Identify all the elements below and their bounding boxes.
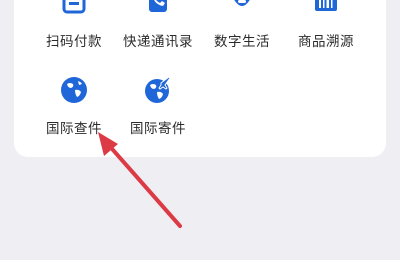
service-label: 商品溯源: [298, 34, 354, 50]
service-barcode-trace[interactable]: 商品溯源: [276, 0, 376, 55]
express-contacts-icon: [149, 0, 167, 12]
service-label: 国际寄件: [130, 121, 186, 137]
service-international-shipping[interactable]: 国际寄件: [108, 72, 208, 137]
digital-life-icon: [234, 0, 250, 6]
globe-icon: [61, 77, 87, 103]
globe-plane-icon: [145, 76, 171, 103]
barcode-trace-icon: [315, 0, 337, 11]
scan-pay-icon: [62, 0, 86, 14]
